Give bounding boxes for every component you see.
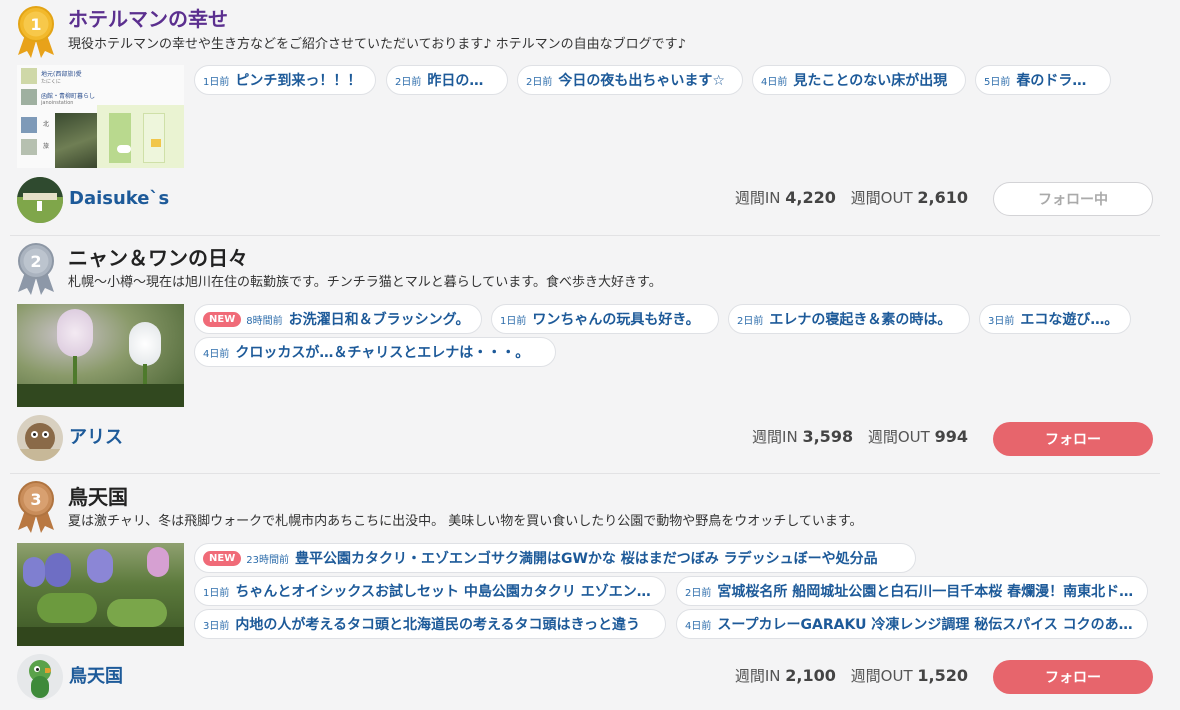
weekly-stats: 週間IN 3,598 週間OUT 994: [752, 427, 968, 446]
post-age: 1日前: [203, 76, 230, 88]
post-link[interactable]: NEW 8時間前 お洗濯日和＆ブラッシング。: [194, 304, 482, 334]
ranking-entry-3: 3 鳥天国 夏は激チャリ、冬は飛脚ウォークで札幌市内あちこちに出没中。 美味しい…: [0, 474, 1180, 710]
avatar[interactable]: [17, 654, 63, 700]
weekly-in-count: 4,220: [785, 188, 836, 207]
weekly-in-count: 2,100: [785, 666, 836, 685]
svg-text:1: 1: [30, 15, 41, 34]
post-age: 1日前: [500, 315, 527, 327]
weekly-out-count: 1,520: [917, 666, 968, 685]
post-title: クロッカスが…＆チャリスとエレナは・・・。: [235, 345, 530, 361]
post-age: 8時間前: [246, 315, 283, 327]
new-badge: NEW: [203, 311, 242, 327]
weekly-stats: 週間IN 2,100 週間OUT 1,520: [734, 666, 968, 685]
weekly-out-count: 994: [934, 427, 968, 446]
post-title: 今日の夜も出ちゃいます☆: [558, 73, 725, 89]
blog-title[interactable]: 鳥天国: [68, 484, 128, 510]
blog-thumbnail[interactable]: [17, 543, 184, 646]
avatar[interactable]: [17, 415, 63, 461]
post-title: スープカレーGARAKU 冷凍レンジ調理 秘伝スパイス コクのあるスープ: [717, 617, 1137, 633]
blog-title[interactable]: ホテルマンの幸せ: [68, 6, 228, 32]
post-link[interactable]: 2日前 昨日の休日: [386, 65, 508, 95]
author-name[interactable]: アリス: [69, 426, 123, 450]
post-age: 2日前: [737, 315, 764, 327]
silver-medal-icon: 2: [18, 243, 54, 295]
post-link[interactable]: 5日前 春のドライブ: [975, 65, 1111, 95]
svg-text:2: 2: [30, 252, 41, 271]
post-link[interactable]: 2日前 宮城桜名所 船岡城址公園と白石川一目千本桜 春爛漫！南東北ドライブ: [676, 576, 1148, 606]
post-age: 4日前: [685, 620, 712, 632]
ranking-entry-2: 2 ニャン＆ワンの日々 札幌〜小樽〜現在は旭川在住の転勤族です。チンチラ猫とマル…: [0, 236, 1180, 473]
blog-description: 夏は激チャリ、冬は飛脚ウォークで札幌市内あちこちに出没中。 美味しい物を買い食い…: [68, 514, 863, 529]
weekly-stats: 週間IN 4,220 週間OUT 2,610: [734, 188, 968, 207]
svg-text:3: 3: [30, 490, 41, 509]
post-link[interactable]: 4日前 スープカレーGARAKU 冷凍レンジ調理 秘伝スパイス コクのあるスープ: [676, 609, 1148, 639]
post-link[interactable]: 3日前 内地の人が考えるタコ頭と北海道民の考えるタコ頭はきっと違う: [194, 609, 666, 639]
post-title: ピンチ到来っ！！！: [235, 73, 362, 89]
new-badge: NEW: [203, 550, 242, 566]
blog-thumbnail[interactable]: [17, 304, 184, 407]
following-button[interactable]: フォロー中: [993, 182, 1153, 216]
post-link[interactable]: 3日前 エコな遊び…。: [979, 304, 1131, 334]
post-title: 見たことのない床が出現: [793, 73, 948, 89]
gold-medal-icon: 1: [18, 6, 54, 58]
post-title: お洗濯日和＆ブラッシング。: [288, 312, 470, 328]
post-title: ワンちゃんの玩具も好き。: [532, 312, 700, 328]
post-title: 豊平公園カタクリ・エゾエンゴサク満開はGWかな 桜はまだつぼみ ラデッシュぼーや…: [294, 551, 878, 567]
post-link[interactable]: 1日前 ちゃんとオイシックスお試しセット 中島公園カタクリ エゾエンゴサク: [194, 576, 666, 606]
post-link[interactable]: 4日前 クロッカスが…＆チャリスとエレナは・・・。: [194, 337, 556, 367]
weekly-in-count: 3,598: [802, 427, 854, 446]
post-title: エレナの寝起き＆素の時は。: [769, 312, 952, 328]
post-age: 1日前: [203, 587, 230, 599]
bronze-medal-icon: 3: [18, 481, 54, 533]
author-name[interactable]: 鳥天国: [69, 665, 123, 689]
post-title: 内地の人が考えるタコ頭と北海道民の考えるタコ頭はきっと違う: [235, 617, 640, 633]
blog-description: 札幌〜小樽〜現在は旭川在住の転勤族です。チンチラ猫とマルと暮らしています。食べ歩…: [68, 275, 662, 290]
post-link[interactable]: 2日前 エレナの寝起き＆素の時は。: [728, 304, 970, 334]
post-title: 宮城桜名所 船岡城址公園と白石川一目千本桜 春爛漫！南東北ドライブ: [717, 584, 1137, 600]
blog-thumbnail[interactable]: 地元(西部旅)愛 たにくに 函館・青柳町暮らし janoinstation 北 …: [17, 65, 184, 168]
post-link[interactable]: 1日前 ピンチ到来っ！！！: [194, 65, 376, 95]
post-age: 4日前: [203, 348, 230, 360]
post-age: 2日前: [685, 587, 712, 599]
post-title: 春のドライブ: [1016, 73, 1100, 89]
avatar[interactable]: [17, 177, 63, 223]
post-title: ちゃんとオイシックスお試しセット 中島公園カタクリ エゾエンゴサク: [235, 584, 655, 600]
weekly-out-count: 2,610: [917, 188, 968, 207]
post-link[interactable]: 1日前 ワンちゃんの玩具も好き。: [491, 304, 719, 334]
post-link[interactable]: NEW 23時間前 豊平公園カタクリ・エゾエンゴサク満開はGWかな 桜はまだつぼ…: [194, 543, 916, 573]
post-link[interactable]: 2日前 今日の夜も出ちゃいます☆: [517, 65, 743, 95]
post-title: 昨日の休日: [427, 73, 497, 89]
ranking-entry-1: 1 ホテルマンの幸せ 現役ホテルマンの幸せや生き方などをご紹介させていただいてお…: [0, 0, 1180, 235]
follow-button[interactable]: フォロー: [993, 422, 1153, 456]
post-age: 3日前: [203, 620, 230, 632]
blog-description: 現役ホテルマンの幸せや生き方などをご紹介させていただいております♪ ホテルマンの…: [68, 37, 686, 52]
post-link[interactable]: 4日前 見たことのない床が出現: [752, 65, 966, 95]
author-name[interactable]: Daisuke`s: [69, 187, 169, 211]
follow-button[interactable]: フォロー: [993, 660, 1153, 694]
blog-title[interactable]: ニャン＆ワンの日々: [68, 245, 248, 271]
post-age: 3日前: [988, 315, 1015, 327]
post-age: 5日前: [984, 76, 1011, 88]
post-age: 23時間前: [246, 554, 289, 566]
post-age: 4日前: [761, 76, 788, 88]
post-age: 2日前: [526, 76, 553, 88]
post-age: 2日前: [395, 76, 422, 88]
post-title: エコな遊び…。: [1020, 312, 1119, 328]
